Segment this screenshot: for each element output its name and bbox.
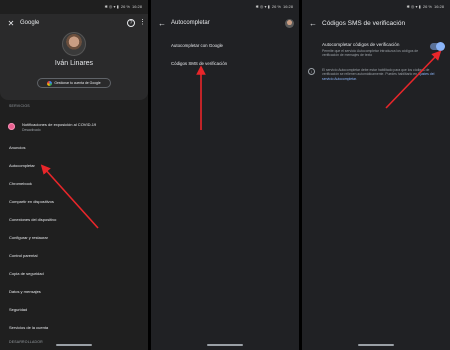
autofill-list: Autocompletar con Google Códigos SMS de …: [151, 36, 299, 72]
status-bar: ✱ ◎ ▾ ▮ 26 % 16:28: [151, 0, 299, 12]
list-item-autocompletar[interactable]: Autocompletar: [0, 156, 148, 174]
manage-account-button[interactable]: Gestionar tu cuenta de Google: [37, 78, 111, 88]
back-arrow-icon[interactable]: ←: [308, 19, 318, 29]
list-item-conexiones[interactable]: Conexiones del dispositivo: [0, 210, 148, 228]
list-item-label: Servicios de la cuenta: [9, 324, 49, 330]
covid-notification-icon: [8, 123, 15, 130]
back-arrow-icon[interactable]: ←: [157, 19, 167, 29]
help-icon[interactable]: ?: [127, 19, 135, 27]
list-item-label: Anuncios: [9, 144, 26, 150]
list-item-label: Códigos SMS de verificación: [171, 60, 228, 66]
google-settings-panel: ✱ ◎ ▾ ▮ 26 % 16:28 ✕ Google ? ⋮ Iván Lin…: [0, 0, 148, 350]
status-icons: ✱ ◎ ▾ ▮: [255, 3, 270, 9]
list-item-autofill-google[interactable]: Autocompletar con Google: [151, 36, 299, 54]
list-item-label: Compartir en dispositivos: [9, 198, 54, 204]
list-item-label: Conexiones del dispositivo: [9, 216, 57, 222]
clock: 16:28: [131, 3, 142, 9]
list-item-label: Control parental: [9, 252, 38, 258]
list-item-label: Notificaciones de exposición al COVID-19: [22, 122, 97, 127]
list-item-datos[interactable]: Datos y mensajes: [0, 282, 148, 300]
services-list: Notificaciones de exposición al COVID-19…: [0, 116, 148, 336]
list-item-copia[interactable]: Copia de seguridad: [0, 264, 148, 282]
page-title: Códigos SMS de verificación: [322, 20, 406, 27]
battery-level: 26 %: [422, 3, 432, 9]
autofill-panel: ✱ ◎ ▾ ▮ 26 % 16:28 ← Autocompletar Autoc…: [151, 0, 299, 350]
battery-level: 26 %: [271, 3, 281, 9]
list-item-label: Copia de seguridad: [9, 270, 44, 276]
section-header-developer: DESARROLLADOR: [9, 340, 43, 344]
status-icons: ✱ ◎ ▾ ▮: [406, 3, 421, 9]
avatar[interactable]: [285, 19, 294, 28]
list-item-label: Datos y mensajes: [9, 288, 41, 294]
manage-account-label: Gestionar tu cuenta de Google: [54, 81, 101, 85]
close-icon[interactable]: ✕: [6, 19, 16, 29]
list-item-label: Autocompletar con Google: [171, 42, 223, 48]
list-item-anuncios[interactable]: Anuncios: [0, 138, 148, 156]
list-item-sms-codes[interactable]: Códigos SMS de verificación: [151, 54, 299, 72]
page-title: Autocompletar: [171, 20, 210, 26]
status-bar: ✱ ◎ ▾ ▮ 26 % 16:28: [0, 0, 148, 12]
account-header: ✕ Google ? ⋮ Iván Linares Gestionar tu c…: [0, 14, 148, 100]
section-header-services: SERVICIOS: [9, 104, 30, 108]
user-name: Iván Linares: [54, 60, 94, 67]
google-logo-icon: [47, 80, 53, 86]
list-item-label: Configurar y restaurar: [9, 234, 48, 240]
avatar[interactable]: [62, 32, 86, 56]
list-item-control-parental[interactable]: Control parental: [0, 246, 148, 264]
info-body: El servicio Autocompletar debe estar hab…: [322, 68, 430, 77]
list-item-sub: Desactivado: [22, 128, 41, 132]
info-text: El servicio Autocompletar debe estar hab…: [322, 68, 442, 81]
clock: 16:28: [282, 3, 293, 9]
info-icon: i: [308, 68, 315, 75]
list-item-chromebook[interactable]: Chromebook: [0, 174, 148, 192]
list-item-configurar[interactable]: Configurar y restaurar: [0, 228, 148, 246]
battery-level: 26 %: [120, 3, 130, 9]
clock: 16:28: [433, 3, 444, 9]
more-options-icon[interactable]: ⋮: [139, 19, 146, 27]
list-item-covid[interactable]: Notificaciones de exposición al COVID-19…: [0, 116, 148, 138]
page-title: Google: [20, 20, 40, 26]
list-item-servicios-cuenta[interactable]: Servicios de la cuenta: [0, 318, 148, 336]
setting-description: Permite que el servicio Autocompletar in…: [322, 49, 419, 58]
autofill-codes-toggle[interactable]: [436, 42, 445, 51]
gesture-bar[interactable]: [56, 344, 92, 346]
list-item-seguridad[interactable]: Seguridad: [0, 300, 148, 318]
sms-codes-panel: ✱ ◎ ▾ ▮ 26 % 16:28 ← Códigos SMS de veri…: [302, 0, 450, 350]
list-item-label: Chromebook: [9, 180, 32, 186]
gesture-bar[interactable]: [358, 344, 394, 346]
list-item-label: Autocompletar: [9, 162, 35, 168]
status-icons: ✱ ◎ ▾ ▮: [104, 3, 119, 9]
status-bar: ✱ ◎ ▾ ▮ 26 % 16:28: [302, 0, 450, 12]
setting-title: Autocompletar códigos de verificación: [322, 42, 400, 47]
list-item-label: Seguridad: [9, 306, 28, 312]
gesture-bar[interactable]: [207, 344, 243, 346]
app-bar: ← Autocompletar: [151, 14, 299, 36]
autofill-codes-setting[interactable]: Autocompletar códigos de verificación Pe…: [322, 42, 440, 58]
list-item-compartir[interactable]: Compartir en dispositivos: [0, 192, 148, 210]
